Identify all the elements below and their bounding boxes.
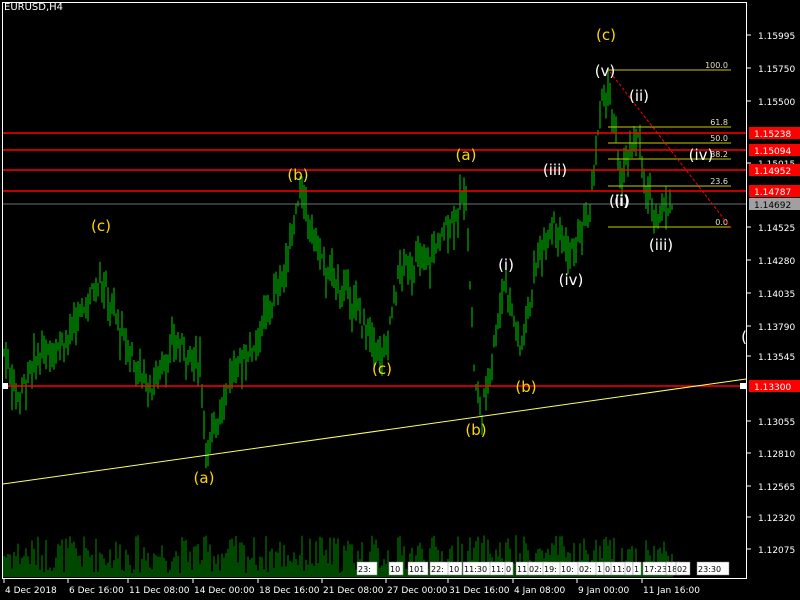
time-label: 9 Jan 00:00 bbox=[578, 586, 630, 596]
wave-label: (iv) bbox=[559, 271, 584, 289]
symbol-label: EURUSD,H4 bbox=[4, 2, 64, 13]
time-label: 4 Dec 2018 bbox=[5, 586, 57, 596]
scroll-chip-label: 22: bbox=[431, 565, 444, 574]
level-handle bbox=[2, 383, 8, 389]
time-label: 11 Jan 16:00 bbox=[643, 586, 700, 596]
price-tag-label: 1.15094 bbox=[754, 147, 791, 157]
wave-label: (iii) bbox=[543, 161, 567, 179]
price-tick-label: 1.13545 bbox=[758, 353, 795, 363]
wave-label: (b) bbox=[515, 378, 536, 396]
scroll-chip-label: 02: bbox=[529, 565, 542, 574]
price-tick-label: 1.12810 bbox=[758, 450, 795, 460]
price-tag-label: 1.15238 bbox=[754, 130, 791, 140]
wave-label: (b) bbox=[465, 421, 486, 439]
price-tag-label: 1.14952 bbox=[754, 167, 791, 177]
price-tick-label: 1.13790 bbox=[758, 323, 795, 333]
scroll-chip-label: 0 bbox=[626, 565, 631, 574]
wave-label: (c) bbox=[596, 26, 616, 44]
wave-label: (a) bbox=[194, 469, 215, 487]
fib-level-label: 61.8 bbox=[710, 118, 728, 127]
scroll-chip-label: 23: bbox=[358, 565, 371, 574]
wave-label: (i) bbox=[498, 256, 514, 274]
price-tick-label: 1.12320 bbox=[758, 514, 795, 524]
price-tick-label: 1.12075 bbox=[758, 546, 795, 556]
price-tick-label: 1.15995 bbox=[758, 32, 795, 42]
price-chart[interactable]: 100.0 61.8 50.0 38.2 23.6 0.0 (a) (b) (c) (a) (b)(… bbox=[0, 0, 800, 600]
scroll-chip-label: 1 bbox=[597, 565, 602, 574]
wave-label: (a) bbox=[456, 146, 477, 164]
wave-label: (ii) bbox=[629, 87, 649, 105]
time-label: 4 Jan 08:00 bbox=[514, 586, 566, 596]
price-tick-label: 1.13055 bbox=[758, 418, 795, 428]
wave-label: (c) bbox=[91, 217, 111, 235]
time-label: 31 Dec 16:00 bbox=[449, 586, 510, 596]
price-tick-label: 1.12565 bbox=[758, 483, 795, 493]
wave-label: (b) bbox=[287, 166, 308, 184]
scroll-chip-label: 18 bbox=[667, 565, 677, 574]
fib-level-label: 100.0 bbox=[705, 61, 728, 70]
price-tick-label: 1.14035 bbox=[758, 290, 795, 300]
fib-level-label: 23.6 bbox=[710, 177, 728, 186]
price-tick-label: 1.14280 bbox=[758, 257, 795, 267]
wave-label: (c) bbox=[372, 360, 392, 378]
time-label: 6 Dec 16:00 bbox=[69, 586, 124, 596]
wave-label: (iii) bbox=[649, 236, 673, 254]
wave-label: (i) bbox=[614, 192, 630, 210]
scroll-chip-label: 19: bbox=[544, 565, 557, 574]
fib-level-label: 0.0 bbox=[715, 218, 728, 227]
scroll-chip-label: 101 bbox=[409, 565, 424, 574]
scroll-chip-label: 1 bbox=[634, 565, 639, 574]
time-label: 21 Dec 08:00 bbox=[323, 586, 384, 596]
price-tick-label: 1.15500 bbox=[758, 98, 795, 108]
scroll-chip-label: 11:30 bbox=[464, 565, 487, 574]
scroll-chip-label: 10 bbox=[390, 565, 400, 574]
scroll-chip-label: 10: bbox=[561, 565, 574, 574]
time-label: 27 Dec 00:00 bbox=[387, 586, 448, 596]
scroll-chip-label: 11: bbox=[491, 565, 504, 574]
price-tick-label: 1.15750 bbox=[758, 65, 795, 75]
level-handle bbox=[740, 383, 746, 389]
fib-level-label: 50.0 bbox=[710, 134, 728, 143]
scroll-chip-label: 0 bbox=[506, 565, 511, 574]
price-tag-label: 1.14787 bbox=[754, 188, 791, 198]
wave-label: ( bbox=[741, 328, 747, 346]
wave-label: (iv) bbox=[689, 146, 714, 164]
scroll-chip-label: 0 bbox=[605, 565, 610, 574]
time-label: 14 Dec 00:00 bbox=[194, 586, 255, 596]
time-label: 18 Dec 16:00 bbox=[259, 586, 320, 596]
trendline bbox=[2, 378, 747, 485]
candles bbox=[3, 67, 673, 469]
scroll-chip-label: 17:23 bbox=[644, 565, 667, 574]
wave-label: (v) bbox=[595, 62, 616, 80]
scroll-chip-label: 02 bbox=[677, 565, 687, 574]
scroll-chip-label: 11: bbox=[612, 565, 625, 574]
price-tick-label: 1.14525 bbox=[758, 224, 795, 234]
price-tag-label: 1.14692 bbox=[754, 201, 791, 211]
time-label: 11 Dec 08:00 bbox=[129, 586, 190, 596]
scroll-chip-label: 23:30 bbox=[698, 565, 721, 574]
chart-canvas: 100.061.850.038.223.60.0(a)(b)(c)(a)(b)(… bbox=[2, 2, 800, 596]
scroll-chip-label: 02: bbox=[579, 565, 592, 574]
price-tag-label: 1.13300 bbox=[754, 383, 791, 393]
scroll-chip-label: 10 bbox=[449, 565, 459, 574]
